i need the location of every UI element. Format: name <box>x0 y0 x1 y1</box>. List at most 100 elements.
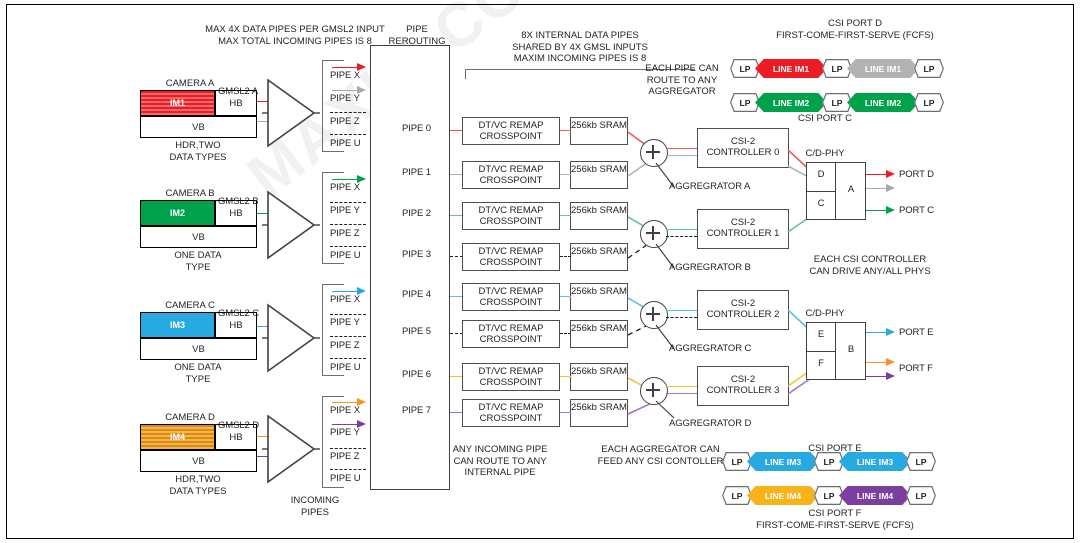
port-f-arrow-1 <box>886 357 895 366</box>
annotation-each-pipe: EACH PIPE CAN ROUTE TO ANY AGGREGATOR <box>645 63 719 97</box>
annotation-each-aggregator: EACH AGGREGATOR CAN FEED ANY CSI CONTOLL… <box>597 444 724 467</box>
port-f-line-1 <box>866 362 888 363</box>
phy-1-lane-d: D <box>817 169 825 180</box>
port-f-arrow-2 <box>886 371 895 380</box>
camera-c-link-label: GMSL2 C <box>218 308 260 319</box>
camera-c-im-label: IM3 <box>141 313 214 337</box>
camera-d-vb-label: VB <box>192 456 205 467</box>
camera-b-vb-label: VB <box>192 232 205 243</box>
line-hex: LINE IM3 <box>839 452 911 471</box>
crosspoint-1: DT/VC REMAP CROSSPOINT <box>462 161 560 189</box>
pipe-label-bu: PIPE U <box>330 250 361 261</box>
camera-a-hb-label: HB <box>229 98 243 109</box>
pipe-label-dy: PIPE Y <box>330 427 360 438</box>
sram-label: 256kb SRAM <box>571 164 627 175</box>
port-f-line-2 <box>866 376 888 377</box>
csi-port-f-title: CSI PORT F <box>808 508 862 519</box>
internal-pipe-label: PIPE 6 <box>402 369 431 380</box>
pipe-label-au: PIPE U <box>330 138 361 149</box>
phy-1-block: D C A <box>806 162 866 220</box>
crosspoint-2: DT/VC REMAP CROSSPOINT <box>462 202 560 230</box>
csi-port-c-title: CSI PORT C <box>797 113 853 124</box>
csi2-controller-label: CSI-2 CONTROLLER 0 <box>706 136 780 158</box>
pipe-label-cy: PIPE Y <box>330 317 360 328</box>
aggregator-c-label: AGGREGRATOR C <box>669 343 752 354</box>
crosspoint-4: DT/VC REMAP CROSSPOINT <box>462 283 560 311</box>
csi2-controller-0: CSI-2 CONTROLLER 0 <box>697 128 789 168</box>
pipe-label-bz: PIPE Z <box>330 228 360 239</box>
internal-pipe-label: PIPE 1 <box>402 167 431 178</box>
phy-2-lane-b: B <box>847 344 855 355</box>
sram-1: 256kb SRAM <box>570 161 628 189</box>
line-hex: LINE IM1 <box>755 59 827 78</box>
camera-d-im-box: IM4 <box>140 424 215 450</box>
pipe-ax-line <box>332 67 360 68</box>
port-d-arrow-1 <box>886 169 895 178</box>
crosspoint-label: DT/VC REMAP CROSSPOINT <box>478 246 544 268</box>
phy-2-lane-f: F <box>818 358 824 369</box>
port-d-line-1 <box>866 174 888 175</box>
port-label-d-1: PORT D <box>899 169 934 180</box>
lp-hex: LP <box>914 93 944 112</box>
pipe-label-ay: PIPE Y <box>330 93 360 104</box>
sram-4: 256kb SRAM <box>570 283 628 311</box>
csi-port-d-title: CSI PORT D <box>827 18 883 29</box>
camera-b-link-label: GMSL2 B <box>218 196 259 207</box>
sram-label: 256kb SRAM <box>571 366 627 377</box>
csi-port-f-subtitle: FIRST-COME-FIRST-SERVE (FCFS) <box>756 520 914 531</box>
aggregator-a-label: AGGREGRATOR A <box>669 181 751 192</box>
aggregator-leaders <box>655 162 675 419</box>
camera-d-note: HDR,TWO DATA TYPES <box>169 474 227 497</box>
sram-label: 256kb SRAM <box>571 246 627 257</box>
crosspoint-0: DT/VC REMAP CROSSPOINT <box>462 117 560 145</box>
crosspoint-label: DT/VC REMAP CROSSPOINT <box>478 120 544 142</box>
camera-a-note: HDR,TWO DATA TYPES <box>169 140 227 163</box>
pipe-label-dz: PIPE Z <box>330 451 360 462</box>
diagram-root: MAXIM.COM MAX 4X DATA PIPES PER GMSL2 IN… <box>0 0 1080 543</box>
pipe-bx-line <box>332 179 360 180</box>
sram-6: 256kb SRAM <box>570 363 628 391</box>
port-d-line-2 <box>866 188 888 189</box>
pipe-label-cu: PIPE U <box>330 362 361 373</box>
crosspoint-label: DT/VC REMAP CROSSPOINT <box>478 164 544 186</box>
camera-b-vb-box: VB <box>140 226 257 248</box>
camera-d-hb-label: HB <box>229 432 243 443</box>
line-hex: LINE IM3 <box>747 452 819 471</box>
phy-2-lane-e: E <box>817 329 825 340</box>
crosspoint-label: DT/VC REMAP CROSSPOINT <box>478 402 544 424</box>
sram-label: 256kb SRAM <box>571 205 627 216</box>
camera-b-note: ONE DATA TYPE <box>174 250 222 273</box>
crosspoint-label: DT/VC REMAP CROSSPOINT <box>478 323 544 345</box>
internal-pipe-label: PIPE 7 <box>402 405 431 416</box>
camera-c-vb-label: VB <box>192 344 205 355</box>
csi2-controller-1: CSI-2 CONTROLLER 1 <box>697 209 789 249</box>
internal-pipe-label: PIPE 0 <box>402 123 431 134</box>
phy-1-lane-c: C <box>817 198 825 209</box>
crosspoint-label: DT/VC REMAP CROSSPOINT <box>478 205 544 227</box>
line-hex: LINE IM1 <box>847 59 919 78</box>
csi2-controller-label: CSI-2 CONTROLLER 1 <box>706 217 780 239</box>
camera-d-vb-box: VB <box>140 450 257 472</box>
sram-label: 256kb SRAM <box>571 120 627 131</box>
pipe-label-du: PIPE U <box>330 473 361 484</box>
pipe-label-cx: PIPE X <box>330 294 361 305</box>
line-hex: LINE IM4 <box>747 486 819 505</box>
line-hex: LINE IM2 <box>847 93 919 112</box>
phy-2-title: C/D-PHY <box>805 308 845 319</box>
pipe-label-bx: PIPE X <box>330 182 361 193</box>
crosspoint-label: DT/VC REMAP CROSSPOINT <box>478 366 544 388</box>
pipe-dx-line <box>332 402 360 403</box>
crosspoint-7: DT/VC REMAP CROSSPOINT <box>462 399 560 427</box>
sram-2: 256kb SRAM <box>570 202 628 230</box>
annotation-pipe-rerouting: PIPE REROUTING <box>388 24 446 47</box>
camera-d-link-label: GMSL2 D <box>218 420 260 431</box>
crosspoint-5: DT/VC REMAP CROSSPOINT <box>462 320 560 348</box>
csi-port-d-lane-row-0: LP LINE IM1 LP LINE IM1 LP <box>730 59 944 78</box>
lp-hex: LP <box>914 59 944 78</box>
annotation-incoming-pipes: INCOMING PIPES <box>290 495 340 518</box>
sram-label: 256kb SRAM <box>571 323 627 334</box>
crosspoint-6: DT/VC REMAP CROSSPOINT <box>462 363 560 391</box>
camera-a-link-label: GMSL2 A <box>218 86 258 97</box>
csi2-controller-label: CSI-2 CONTROLLER 3 <box>706 374 780 396</box>
camera-c-im-box: IM3 <box>140 312 215 338</box>
